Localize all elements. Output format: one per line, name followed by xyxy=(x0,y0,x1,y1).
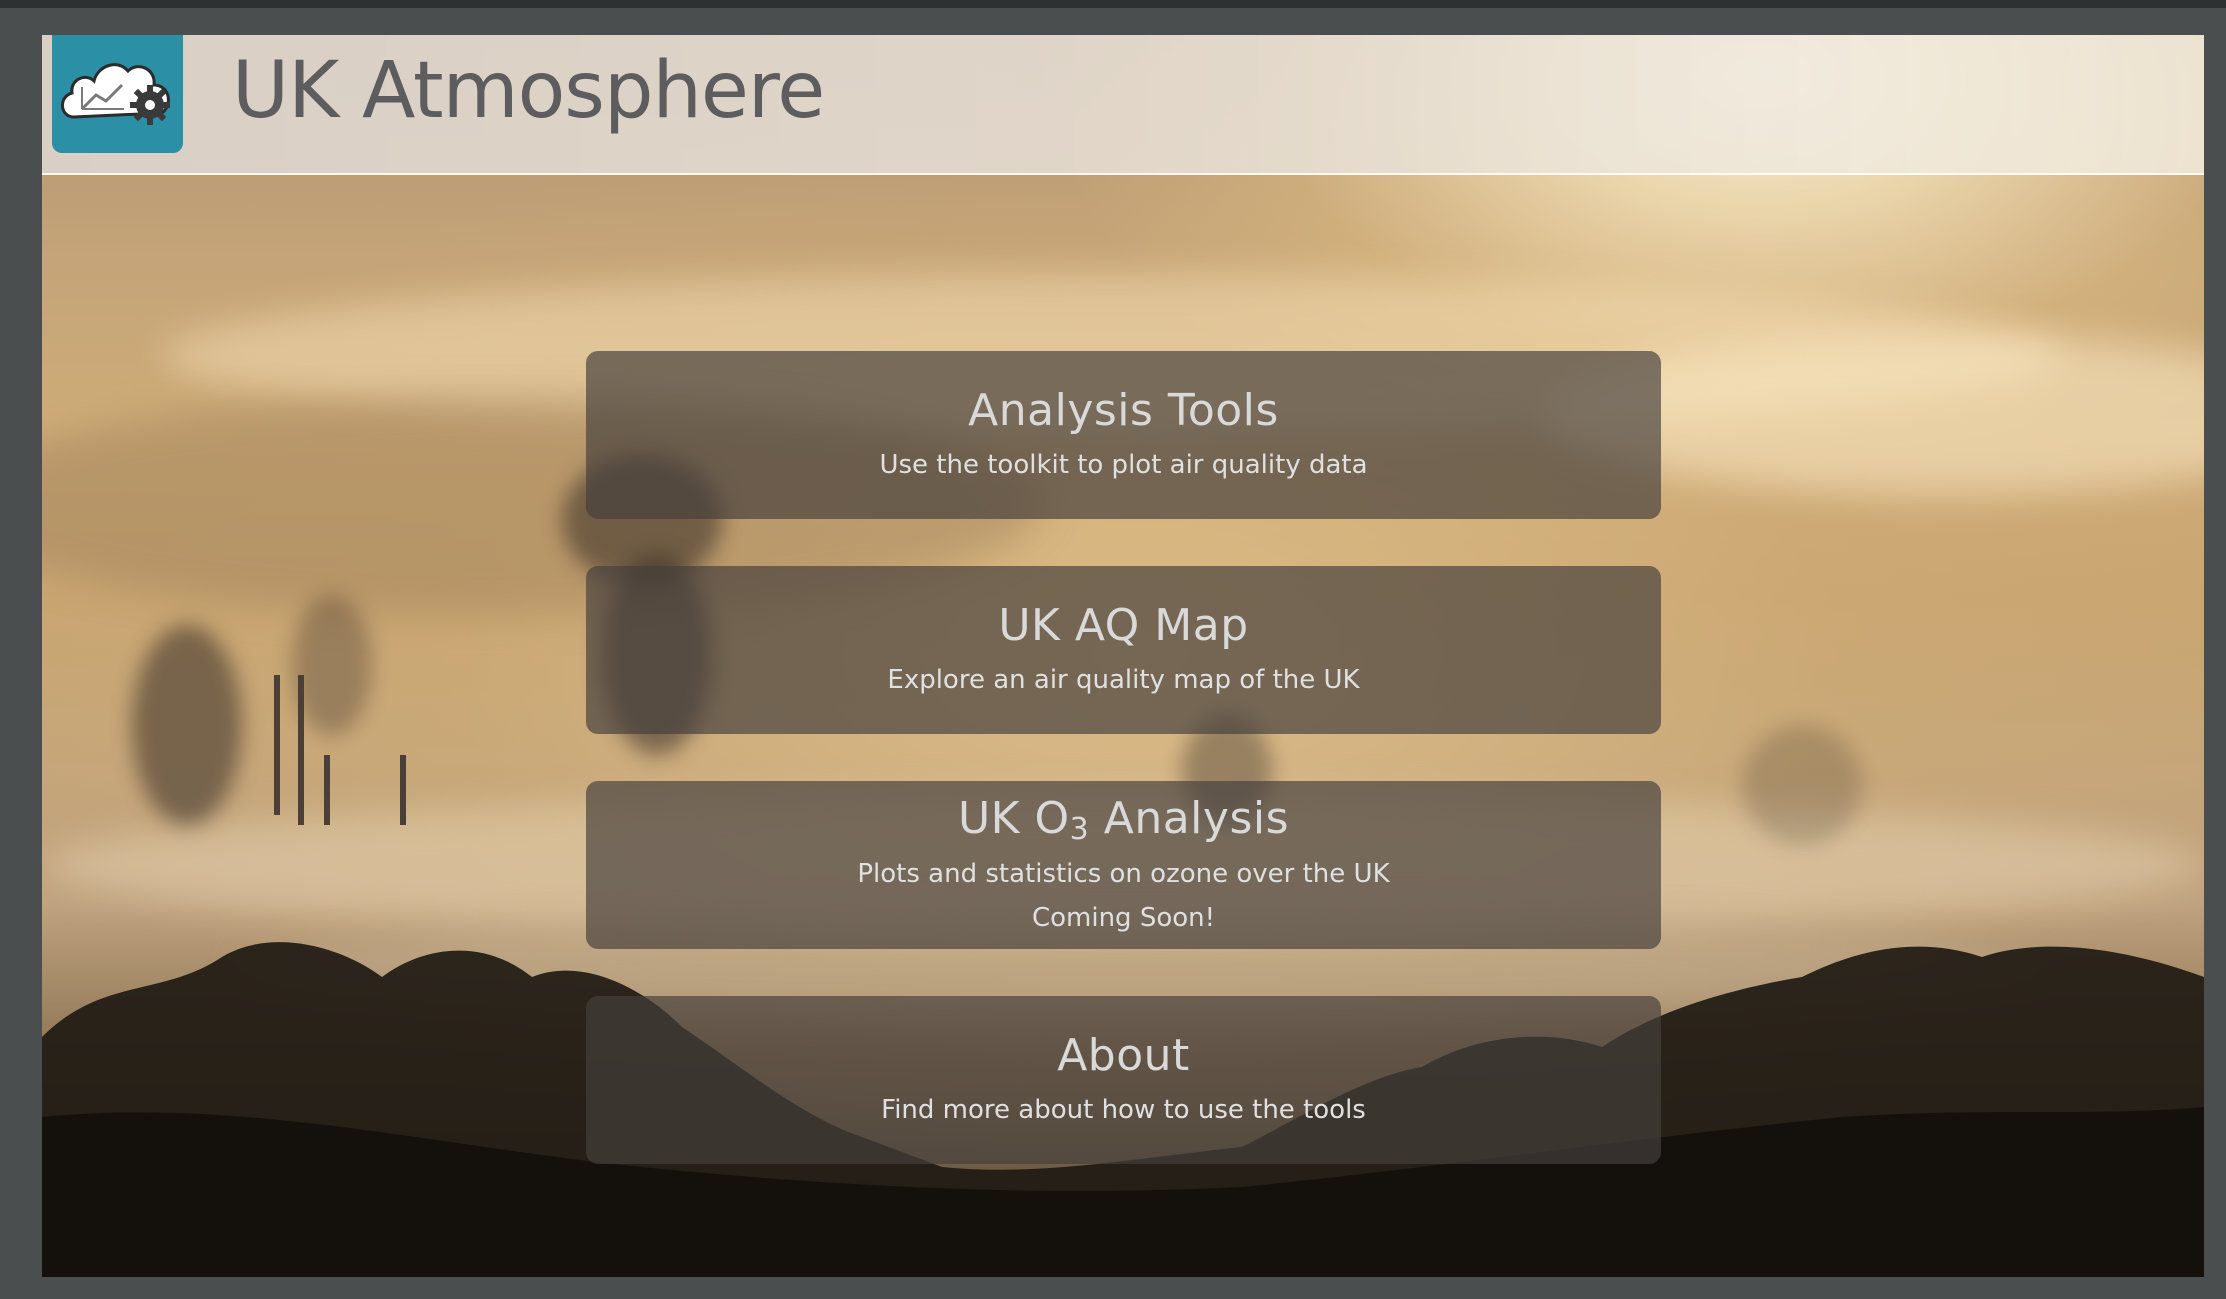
app-header: UK Atmosphere xyxy=(42,35,2204,175)
smoke-plume xyxy=(1742,725,1862,845)
coming-soon-note: Coming Soon! xyxy=(1031,903,1216,933)
card-title-subscript: 3 xyxy=(1069,812,1090,847)
card-title: About xyxy=(1057,1030,1190,1081)
app-logo[interactable] xyxy=(52,35,183,153)
app-title: UK Atmosphere xyxy=(232,46,825,136)
app-screen: UK Atmosphere Analysis Tools Use the too… xyxy=(42,35,2204,1277)
uk-aq-map-card[interactable]: UK AQ Map Explore an air quality map of … xyxy=(586,566,1661,734)
card-title: UK O3 Analysis xyxy=(586,793,1661,847)
card-title-prefix: UK O xyxy=(957,793,1070,844)
device-frame: UK Atmosphere Analysis Tools Use the too… xyxy=(0,0,2226,1299)
card-description: Explore an air quality map of the UK xyxy=(887,665,1360,695)
card-title: UK AQ Map xyxy=(998,600,1249,651)
card-title: Analysis Tools xyxy=(968,385,1279,436)
card-description: Plots and statistics on ozone over the U… xyxy=(857,859,1390,889)
chimney xyxy=(400,755,406,825)
about-card[interactable]: About Find more about how to use the too… xyxy=(586,996,1661,1164)
chimney xyxy=(298,675,304,825)
chimney xyxy=(274,675,280,815)
analysis-tools-card[interactable]: Analysis Tools Use the toolkit to plot a… xyxy=(586,351,1661,519)
card-description: Find more about how to use the tools xyxy=(881,1095,1366,1125)
card-title-suffix: Analysis xyxy=(1089,793,1290,844)
smoke-plume xyxy=(132,625,242,825)
smoke-plume xyxy=(292,595,372,735)
card-description: Use the toolkit to plot air quality data xyxy=(879,450,1368,480)
cloud-chart-gear-icon xyxy=(61,63,170,125)
chimney xyxy=(324,755,330,825)
uk-o3-analysis-card[interactable]: UK O3 Analysis Plots and statistics on o… xyxy=(586,781,1661,949)
